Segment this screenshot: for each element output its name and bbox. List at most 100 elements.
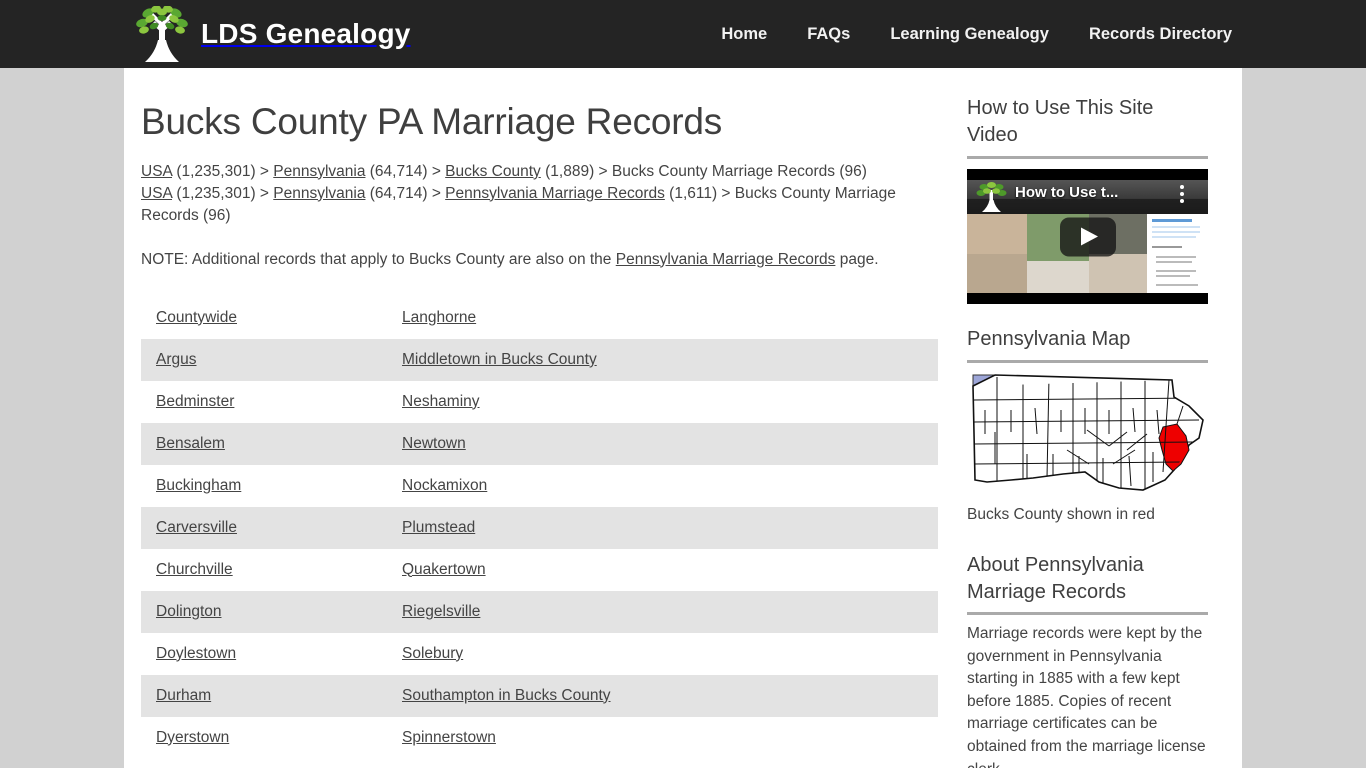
place-link[interactable]: Countywide <box>156 309 237 326</box>
place-link[interactable]: Quakertown <box>402 561 486 578</box>
table-row: Durham Southampton in Bucks County <box>141 674 938 717</box>
breadcrumb-line-1: USA (1,235,301) > Pennsylvania (64,714) … <box>141 163 867 180</box>
table-row: Bensalem Newtown <box>141 422 938 465</box>
table-cell: Langhorne <box>387 297 938 339</box>
pennsylvania-map-svg <box>972 374 1204 491</box>
table-row: Argus Middletown in Bucks County <box>141 338 938 381</box>
table-cell: Spinnerstown <box>387 717 938 759</box>
about-section-body: Marriage records were kept by the govern… <box>967 625 1206 768</box>
breadcrumb-link-usa[interactable]: USA <box>141 163 172 180</box>
table-cell: Nockamixon <box>387 465 938 507</box>
table-row: Dyerstown Spinnerstown <box>141 716 938 759</box>
breadcrumb2-link-pa-marriage-records[interactable]: Pennsylvania Marriage Records <box>445 185 665 202</box>
table-row: Countywide Langhorne <box>141 296 938 339</box>
nav-records-directory[interactable]: Records Directory <box>1069 25 1252 44</box>
place-link[interactable]: Bensalem <box>156 435 225 452</box>
place-link[interactable]: Carversville <box>156 519 237 536</box>
table-row: Churchville Quakertown <box>141 548 938 591</box>
table-cell: Solebury <box>387 633 938 675</box>
place-link[interactable]: Dyerstown <box>156 729 229 746</box>
table-cell: Riegelsville <box>387 591 938 633</box>
note-link-pa-marriage-records[interactable]: Pennsylvania Marriage Records <box>616 251 836 268</box>
breadcrumb2-records-count: (1,611) > <box>664 184 735 202</box>
table-cell: Doylestown <box>141 633 387 675</box>
place-link[interactable]: Buckingham <box>156 477 241 494</box>
places-table: Countywide Langhorne Argus Middletown in Bu… <box>141 296 938 759</box>
table-cell: Buckingham <box>141 465 387 507</box>
place-link[interactable]: Bedminster <box>156 393 234 410</box>
how-to-use-video-player[interactable]: How to Use t... <box>967 169 1208 304</box>
table-cell: Newtown <box>387 423 938 465</box>
breadcrumb-usa-count: (1,235,301) > <box>172 162 274 180</box>
place-link[interactable]: Spinnerstown <box>402 729 496 746</box>
breadcrumb2-link-usa[interactable]: USA <box>141 185 172 202</box>
map-section-heading: Pennsylvania Map <box>967 326 1208 363</box>
table-row: Buckingham Nockamixon <box>141 464 938 507</box>
place-link[interactable]: Argus <box>156 351 197 368</box>
table-row: Carversville Plumstead <box>141 506 938 549</box>
pennsylvania-map: Bucks County shown in red <box>967 372 1208 524</box>
page-container: Bucks County PA Marriage Records USA (1,… <box>124 68 1242 768</box>
nav-home[interactable]: Home <box>701 25 787 44</box>
map-caption: Bucks County shown in red <box>967 506 1155 523</box>
table-cell: Dyerstown <box>141 717 387 759</box>
family-tree-icon <box>131 5 193 62</box>
note-before: NOTE: Additional records that apply to B… <box>141 250 616 268</box>
table-cell: Quakertown <box>387 549 938 591</box>
table-cell: Plumstead <box>387 507 938 549</box>
note-text: NOTE: Additional records that apply to B… <box>141 249 911 271</box>
place-link[interactable]: Doylestown <box>156 645 236 662</box>
table-cell: Neshaminy <box>387 381 938 423</box>
nav-faqs[interactable]: FAQs <box>787 25 870 44</box>
place-link[interactable]: Solebury <box>402 645 463 662</box>
breadcrumb2-usa-count: (1,235,301) > <box>172 184 274 202</box>
place-link[interactable]: Southampton in Bucks County <box>402 687 611 704</box>
site-header: LDS Genealogy Home FAQs Learning Genealo… <box>0 0 1366 68</box>
table-row: Doylestown Solebury <box>141 632 938 675</box>
place-link[interactable]: Neshaminy <box>402 393 480 410</box>
site-brand-name: LDS Genealogy <box>201 18 411 49</box>
video-thumbnail: How to Use t... <box>967 180 1208 293</box>
breadcrumb2-link-pennsylvania[interactable]: Pennsylvania <box>273 185 365 202</box>
table-cell: Countywide <box>141 297 387 339</box>
sidebar: How to Use This Site Video How to Use t.… <box>967 68 1227 768</box>
table-cell: Middletown in Bucks County <box>387 339 938 381</box>
main-navigation: Home FAQs Learning Genealogy Records Dir… <box>701 0 1252 68</box>
table-cell: Argus <box>141 339 387 381</box>
breadcrumb2-state-count: (64,714) > <box>365 184 446 202</box>
place-link[interactable]: Newtown <box>402 435 466 452</box>
place-link[interactable]: Durham <box>156 687 211 704</box>
main-content: Bucks County PA Marriage Records USA (1,… <box>141 68 941 759</box>
breadcrumb-state-count: (64,714) > <box>365 162 446 180</box>
table-row: Bedminster Neshaminy <box>141 380 938 423</box>
table-cell: Churchville <box>141 549 387 591</box>
kebab-menu-icon[interactable] <box>1180 185 1184 206</box>
note-after: page. <box>835 250 879 268</box>
place-link[interactable]: Langhorne <box>402 309 476 326</box>
breadcrumb-current-1: Bucks County Marriage Records (96) <box>611 162 867 180</box>
breadcrumb-link-bucks-county[interactable]: Bucks County <box>445 163 541 180</box>
place-link[interactable]: Nockamixon <box>402 477 487 494</box>
play-icon[interactable] <box>1059 217 1116 256</box>
breadcrumb-line-2: USA (1,235,301) > Pennsylvania (64,714) … <box>141 185 896 224</box>
place-link[interactable]: Dolington <box>156 603 222 620</box>
nav-learning-genealogy[interactable]: Learning Genealogy <box>870 25 1069 44</box>
place-link[interactable]: Middletown in Bucks County <box>402 351 597 368</box>
table-cell: Dolington <box>141 591 387 633</box>
video-title-overlay: How to Use t... <box>1015 184 1119 201</box>
page-title: Bucks County PA Marriage Records <box>141 101 723 142</box>
table-cell: Carversville <box>141 507 387 549</box>
video-section-heading: How to Use This Site Video <box>967 95 1208 159</box>
place-link[interactable]: Riegelsville <box>402 603 480 620</box>
breadcrumb-county-count: (1,889) > <box>540 162 612 180</box>
place-link[interactable]: Churchville <box>156 561 233 578</box>
about-section-heading: About Pennsylvania Marriage Records <box>967 552 1208 615</box>
breadcrumb: USA (1,235,301) > Pennsylvania (64,714) … <box>141 161 911 227</box>
places-table-body: Countywide Langhorne Argus Middletown in Bu… <box>141 296 938 759</box>
table-row: Dolington Riegelsville <box>141 590 938 633</box>
place-link[interactable]: Plumstead <box>402 519 475 536</box>
table-cell: Bensalem <box>141 423 387 465</box>
breadcrumb-link-pennsylvania[interactable]: Pennsylvania <box>273 163 365 180</box>
table-cell: Southampton in Bucks County <box>387 675 938 717</box>
site-logo-link[interactable]: LDS Genealogy <box>131 5 411 62</box>
